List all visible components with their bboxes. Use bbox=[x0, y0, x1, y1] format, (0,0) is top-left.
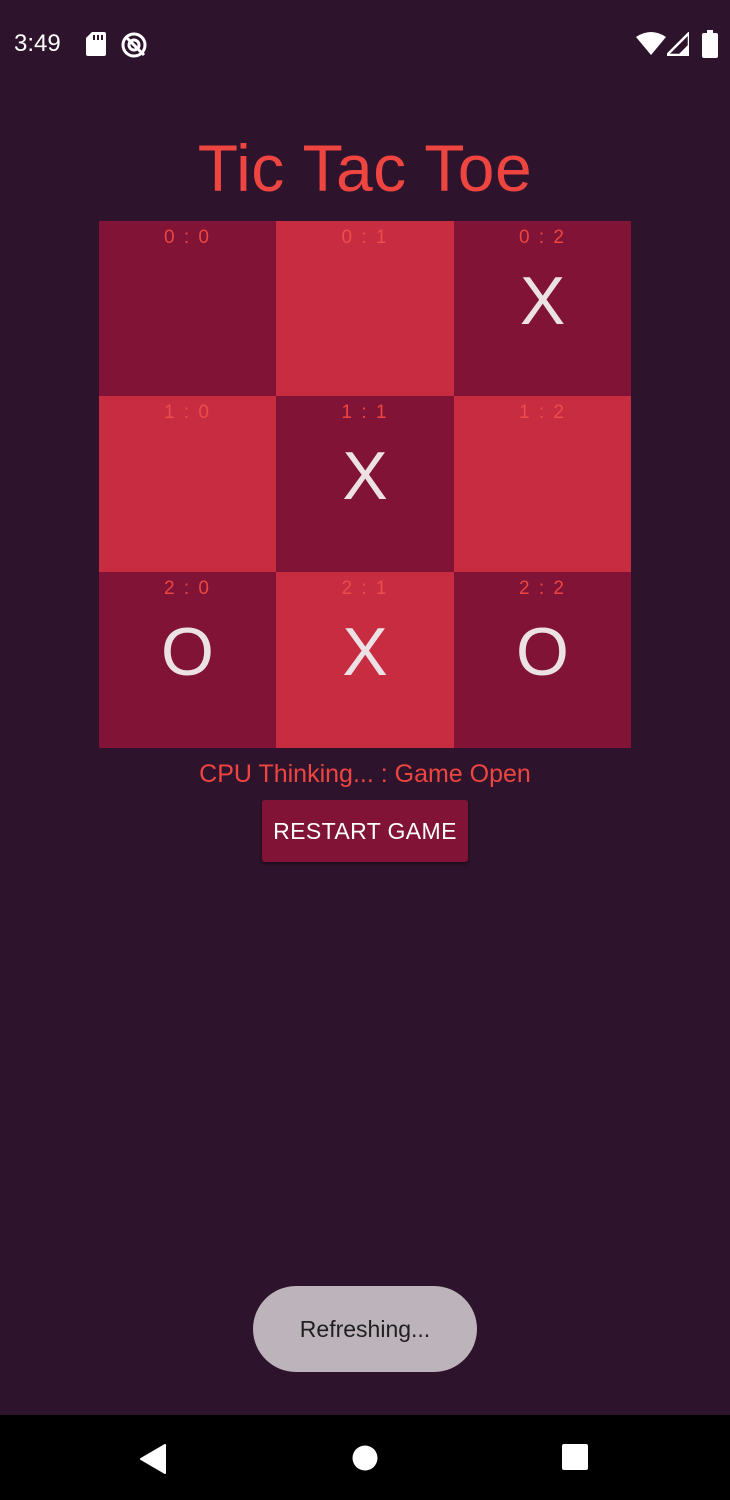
cell-coordinate-label: 2 : 0 bbox=[164, 578, 211, 599]
restart-game-button[interactable]: RESTART GAME bbox=[262, 800, 468, 862]
cell-mark: X bbox=[342, 614, 388, 690]
board-cell[interactable]: 0 : 2 X bbox=[454, 221, 631, 396]
cell-coordinate-label: 1 : 1 bbox=[341, 402, 389, 423]
cell-coordinate-label: 0 : 2 bbox=[519, 227, 566, 248]
game-board: 0 : 00 : 10 : 2X1 : 01 : 1X1 : 22 : 0O2 … bbox=[99, 221, 631, 748]
cell-mark: X bbox=[342, 438, 388, 514]
toast-message: Refreshing... bbox=[253, 1286, 477, 1372]
status-time: 3:49 bbox=[14, 30, 61, 57]
battery-icon bbox=[702, 30, 718, 58]
cell-coordinate-label: 1 : 0 bbox=[164, 402, 211, 423]
cell-mark: O bbox=[516, 614, 569, 690]
board-cell[interactable]: 0 : 1 bbox=[276, 221, 454, 396]
cell-signal-icon bbox=[667, 32, 689, 56]
cell-mark: O bbox=[161, 614, 214, 690]
board-cell[interactable]: 2 : 2 O bbox=[454, 572, 631, 748]
board-cell[interactable]: 1 : 1 X bbox=[276, 396, 454, 572]
cell-mark: X bbox=[519, 263, 566, 339]
cell-coordinate-label: 0 : 1 bbox=[341, 227, 389, 248]
board-cell[interactable]: 2 : 1 X bbox=[276, 572, 454, 748]
board-cell[interactable]: 1 : 0 bbox=[99, 396, 276, 572]
navigation-bar bbox=[0, 1415, 730, 1500]
cell-coordinate-label: 2 : 1 bbox=[341, 578, 389, 599]
do-not-disturb-icon bbox=[121, 32, 147, 58]
board-cell[interactable]: 1 : 2 bbox=[454, 396, 631, 572]
board-cell[interactable]: 2 : 0 O bbox=[99, 572, 276, 748]
cell-coordinate-label: 1 : 2 bbox=[519, 402, 566, 423]
home-icon[interactable] bbox=[352, 1445, 378, 1471]
recents-icon[interactable] bbox=[562, 1444, 588, 1470]
back-icon[interactable] bbox=[139, 1443, 167, 1475]
game-status-text: CPU Thinking... : Game Open bbox=[199, 760, 531, 788]
wifi-icon bbox=[636, 32, 666, 55]
board-cell[interactable]: 0 : 0 bbox=[99, 221, 276, 396]
status-bar: 3:49 bbox=[0, 0, 730, 88]
cell-coordinate-label: 2 : 2 bbox=[519, 578, 566, 599]
app-title: Tic Tac Toe bbox=[197, 131, 533, 205]
sd-card-icon bbox=[86, 32, 106, 56]
cell-coordinate-label: 0 : 0 bbox=[164, 227, 211, 248]
